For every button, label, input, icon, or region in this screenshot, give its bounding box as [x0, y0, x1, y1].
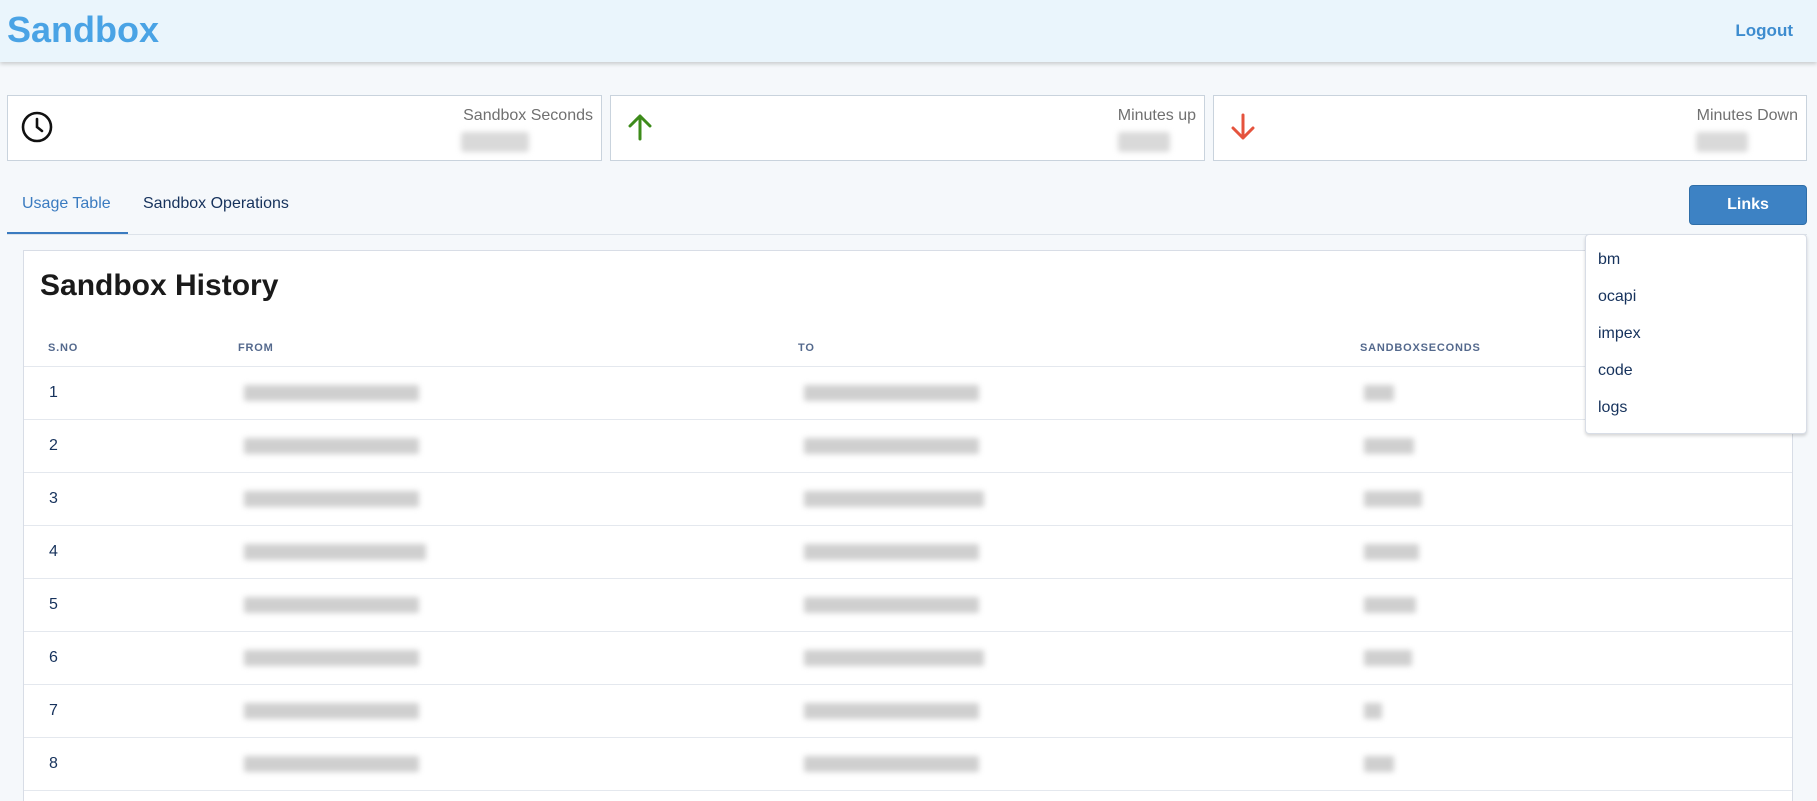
cell-seconds — [1346, 578, 1792, 632]
redacted-value — [1364, 597, 1416, 613]
menu-item-logs[interactable]: logs — [1598, 399, 1627, 417]
stat-card-sandbox-seconds: Sandbox Seconds — [7, 95, 602, 161]
cell-from — [226, 472, 786, 526]
cell-sno: 1 — [24, 366, 226, 420]
table-row: 2 — [24, 419, 1792, 473]
table-header-row: S.NO FROM TO SANDBOXSECONDS — [24, 331, 1792, 367]
cell-from — [226, 366, 786, 420]
redacted-value — [1364, 756, 1394, 772]
cell-sno: 5 — [24, 578, 226, 632]
cell-to — [786, 737, 1346, 791]
history-table: S.NO FROM TO SANDBOXSECONDS 1 2 3 4 5 6 … — [24, 331, 1792, 791]
stat-label: Sandbox Seconds — [463, 107, 593, 124]
cell-from — [226, 631, 786, 685]
cell-seconds — [1346, 684, 1792, 738]
arrow-down-icon — [1226, 110, 1260, 144]
cell-to — [786, 684, 1346, 738]
cell-sno: 4 — [24, 525, 226, 579]
redacted-value — [244, 491, 419, 507]
cell-sno: 8 — [24, 737, 226, 791]
cell-sno: 6 — [24, 631, 226, 685]
cell-seconds — [1346, 525, 1792, 579]
tab-sandbox-operations[interactable]: Sandbox Operations — [143, 185, 289, 234]
redacted-value — [244, 650, 419, 666]
cell-to — [786, 578, 1346, 632]
column-header-to[interactable]: TO — [786, 331, 1346, 367]
redacted-value — [1364, 438, 1414, 454]
redacted-value — [804, 438, 979, 454]
stat-value-redacted — [1118, 132, 1170, 152]
redacted-value — [804, 650, 984, 666]
table-row: 4 — [24, 525, 1792, 579]
stat-card-minutes-up: Minutes up — [610, 95, 1205, 161]
redacted-value — [244, 385, 419, 401]
cell-to — [786, 419, 1346, 473]
redacted-value — [244, 597, 419, 613]
cell-from — [226, 525, 786, 579]
brand-title[interactable]: Sandbox — [7, 9, 159, 51]
cell-to — [786, 631, 1346, 685]
redacted-value — [244, 544, 426, 560]
menu-item-ocapi[interactable]: ocapi — [1598, 288, 1636, 306]
redacted-value — [804, 491, 984, 507]
redacted-value — [1364, 385, 1394, 401]
menu-item-impex[interactable]: impex — [1598, 325, 1641, 343]
menu-item-bm[interactable]: bm — [1598, 251, 1620, 269]
logout-link[interactable]: Logout — [1735, 21, 1793, 41]
cell-to — [786, 472, 1346, 526]
cell-seconds — [1346, 737, 1792, 791]
cell-from — [226, 684, 786, 738]
stat-label: Minutes Down — [1696, 107, 1798, 124]
redacted-value — [804, 544, 979, 560]
tab-usage-table[interactable]: Usage Table — [7, 185, 128, 234]
redacted-value — [1364, 491, 1422, 507]
redacted-value — [804, 703, 979, 719]
table-row: 5 — [24, 578, 1792, 632]
cell-to — [786, 525, 1346, 579]
column-header-sno[interactable]: S.NO — [24, 331, 226, 367]
column-header-from[interactable]: FROM — [226, 331, 786, 367]
stat-value-redacted — [1696, 132, 1748, 152]
table-row: 7 — [24, 684, 1792, 738]
cell-sno: 7 — [24, 684, 226, 738]
redacted-value — [244, 438, 419, 454]
menu-item-code[interactable]: code — [1598, 362, 1633, 380]
redacted-value — [1364, 544, 1419, 560]
arrow-up-icon — [623, 110, 657, 144]
stat-card-minutes-down: Minutes Down — [1213, 95, 1807, 161]
redacted-value — [244, 703, 419, 719]
links-dropdown-menu: bm ocapi impex code logs — [1585, 234, 1807, 434]
cell-seconds — [1346, 472, 1792, 526]
cell-sno: 2 — [24, 419, 226, 473]
table-row: 1 — [24, 366, 1792, 420]
cell-from — [226, 578, 786, 632]
table-row: 3 — [24, 472, 1792, 526]
cell-from — [226, 419, 786, 473]
redacted-value — [804, 597, 979, 613]
redacted-value — [804, 756, 979, 772]
stat-label: Minutes up — [1117, 107, 1196, 124]
redacted-value — [1364, 703, 1382, 719]
table-row: 6 — [24, 631, 1792, 685]
app-header: Sandbox Logout — [0, 0, 1817, 62]
stat-value-redacted — [461, 132, 529, 152]
cell-seconds — [1346, 631, 1792, 685]
redacted-value — [804, 385, 979, 401]
links-button[interactable]: Links — [1689, 185, 1807, 225]
panel-title: Sandbox History — [40, 269, 279, 302]
table-row: 8 — [24, 737, 1792, 791]
cell-sno: 3 — [24, 472, 226, 526]
tab-bar: Usage Table Sandbox Operations — [7, 185, 1807, 235]
redacted-value — [1364, 650, 1412, 666]
redacted-value — [244, 756, 419, 772]
cell-from — [226, 737, 786, 791]
sandbox-history-panel: Sandbox History S.NO FROM TO SANDBOXSECO… — [23, 250, 1793, 801]
clock-icon — [20, 110, 54, 144]
cell-to — [786, 366, 1346, 420]
